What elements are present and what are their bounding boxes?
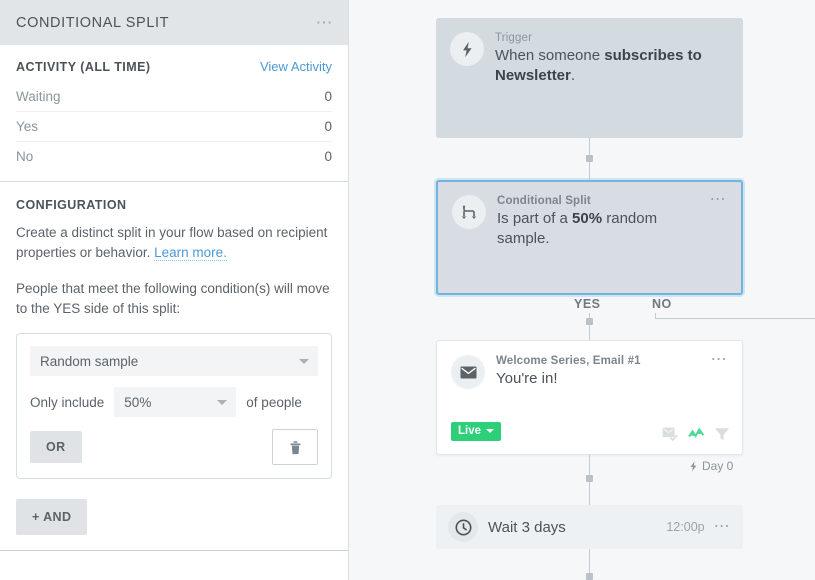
- page-title: CONDITIONAL SPLIT: [16, 14, 170, 31]
- chevron-down-icon: [486, 429, 495, 433]
- ellipsis-icon[interactable]: ⋯: [711, 352, 728, 389]
- email-day-label: Day 0: [689, 459, 733, 473]
- lightning-bolt-icon: [690, 460, 697, 471]
- analytics-trend-icon[interactable]: [688, 427, 705, 442]
- ellipsis-icon[interactable]: ⋯: [714, 519, 731, 535]
- table-row: No 0: [16, 142, 332, 171]
- percent-value: 50%: [124, 394, 152, 410]
- trigger-kicker: Trigger: [495, 32, 533, 44]
- connector-dot: [586, 318, 593, 325]
- split-title-bold: 50%: [572, 210, 603, 227]
- stat-value-waiting: 0: [324, 89, 332, 104]
- clock-icon: [448, 512, 478, 542]
- delete-condition-button[interactable]: [272, 429, 318, 465]
- flow-node-wait[interactable]: Wait 3 days 12:00p ⋯: [436, 505, 743, 549]
- table-row: Yes 0: [16, 112, 332, 142]
- or-button[interactable]: OR: [30, 431, 82, 463]
- stat-label-yes: Yes: [16, 119, 39, 134]
- condition-percent-row: Only include 50% of people: [30, 387, 318, 417]
- branch-label-yes: YES: [574, 297, 601, 311]
- percent-select[interactable]: 50%: [114, 387, 237, 417]
- email-metrics: [662, 427, 730, 442]
- trigger-title-prefix: When someone: [495, 47, 605, 64]
- activity-header: ACTIVITY (ALL TIME) View Activity: [16, 59, 332, 74]
- configuration-section: CONFIGURATION Create a distinct split in…: [0, 182, 348, 545]
- connector-dot: [586, 573, 593, 580]
- connector-dot: [586, 475, 593, 482]
- connector-split-no-horizontal: [655, 318, 815, 319]
- only-include-label: Only include: [30, 394, 105, 410]
- sidebar-bottom-divider: [0, 550, 348, 551]
- stat-value-no: 0: [324, 149, 332, 164]
- status-badge-label: Live: [458, 425, 482, 437]
- split-title-prefix: Is part of a: [497, 210, 573, 227]
- stat-label-waiting: Waiting: [16, 89, 61, 104]
- email-title: You're in!: [496, 370, 558, 387]
- condition-card: Random sample Only include 50% of people…: [16, 333, 332, 479]
- connector-dot: [586, 155, 593, 162]
- configuration-description: Create a distinct split in your flow bas…: [16, 223, 332, 263]
- email-kicker: Welcome Series, Email #1: [496, 355, 641, 367]
- filter-funnel-icon[interactable]: [714, 427, 730, 442]
- wait-time: 12:00p: [666, 520, 705, 534]
- stat-label-no: No: [16, 149, 34, 164]
- table-row: Waiting 0: [16, 82, 332, 112]
- trigger-title: When someone subscribes to Newsletter.: [495, 46, 729, 86]
- add-and-condition-button[interactable]: + AND: [16, 499, 88, 535]
- envelope-check-icon[interactable]: [662, 427, 679, 442]
- activity-section: ACTIVITY (ALL TIME) View Activity Waitin…: [0, 45, 348, 181]
- day-label-text: Day 0: [702, 459, 734, 473]
- view-activity-link[interactable]: View Activity: [260, 59, 332, 74]
- condition-type-value: Random sample: [40, 353, 139, 369]
- conditional-split-sidebar: CONDITIONAL SPLIT ⋯ ACTIVITY (ALL TIME) …: [0, 0, 349, 580]
- envelope-icon: [451, 355, 485, 389]
- flow-node-conditional-split[interactable]: Conditional Split Is part of a 50% rando…: [436, 180, 743, 295]
- branch-label-no: NO: [652, 297, 672, 311]
- wait-title: Wait 3 days: [488, 518, 566, 536]
- split-branch-icon: [452, 195, 486, 229]
- lightning-bolt-icon: [450, 32, 484, 66]
- trigger-title-suffix: .: [570, 67, 576, 84]
- condition-type-select[interactable]: Random sample: [30, 346, 318, 376]
- status-badge[interactable]: Live: [451, 422, 502, 441]
- configuration-instruction: People that meet the following condition…: [16, 281, 330, 316]
- stat-value-yes: 0: [324, 119, 332, 134]
- ellipsis-icon[interactable]: ⋯: [316, 14, 335, 31]
- split-title: Is part of a 50% random sample.: [497, 209, 702, 249]
- condition-actions: OR: [30, 429, 318, 465]
- configuration-title: CONFIGURATION: [16, 198, 127, 212]
- split-kicker: Conditional Split: [497, 195, 591, 207]
- flow-node-trigger[interactable]: Trigger When someone subscribes to Newsl…: [436, 18, 743, 138]
- flow-node-email[interactable]: Welcome Series, Email #1 You're in! ⋯ Li…: [436, 340, 743, 455]
- flow-canvas[interactable]: YES NO Trigger When someone subscribes t…: [349, 0, 815, 580]
- of-people-label: of people: [246, 394, 302, 410]
- app-root: CONDITIONAL SPLIT ⋯ ACTIVITY (ALL TIME) …: [0, 0, 815, 580]
- learn-more-link[interactable]: Learn more.: [154, 245, 227, 261]
- activity-title: ACTIVITY (ALL TIME): [16, 60, 151, 74]
- chevron-down-icon: [217, 400, 228, 405]
- ellipsis-icon[interactable]: ⋯: [710, 192, 727, 249]
- sidebar-header: CONDITIONAL SPLIT ⋯: [0, 0, 348, 45]
- chevron-down-icon: [299, 359, 309, 364]
- trash-icon: [290, 440, 300, 454]
